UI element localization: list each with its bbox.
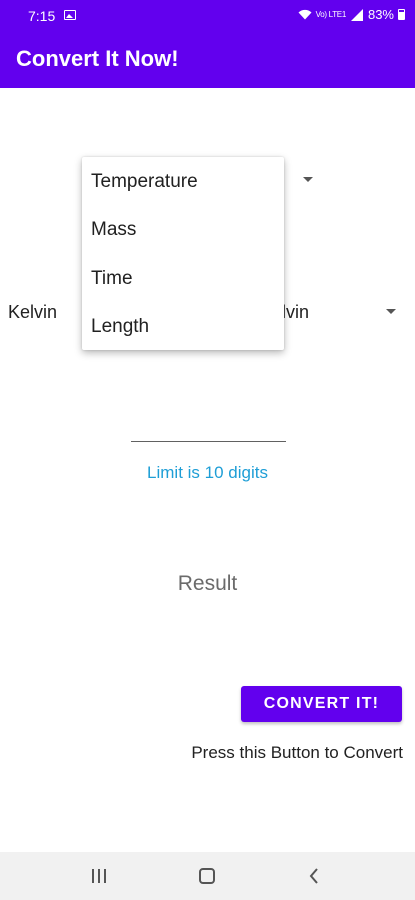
image-icon xyxy=(64,10,76,20)
signal-icon xyxy=(350,8,363,21)
wifi-icon xyxy=(298,9,312,20)
status-time: 7:15 xyxy=(28,8,56,24)
value-input[interactable] xyxy=(131,441,286,442)
dropdown-item-time[interactable]: Time xyxy=(91,268,133,290)
dropdown-item-mass[interactable]: Mass xyxy=(91,219,136,241)
app-bar: Convert It Now! xyxy=(0,32,415,88)
status-bar: 7:15 Vo) LTE1 83% xyxy=(0,0,415,32)
app-title: Convert It Now! xyxy=(16,46,179,71)
back-icon[interactable] xyxy=(308,867,320,885)
dropdown-item-length[interactable]: Length xyxy=(91,316,149,338)
battery-icon xyxy=(398,9,405,20)
to-unit-arrow-icon xyxy=(386,309,396,314)
home-icon[interactable] xyxy=(199,868,215,884)
from-unit-value: Kelvin xyxy=(8,302,58,322)
category-spinner-arrow-icon[interactable] xyxy=(303,177,313,182)
recents-icon[interactable] xyxy=(91,868,107,884)
result-text: Result xyxy=(177,572,238,595)
navigation-bar xyxy=(0,852,415,900)
input-hint: Limit is 10 digits xyxy=(147,463,268,482)
battery-percent: 83% xyxy=(367,7,394,22)
convert-caption: Press this Button to Convert xyxy=(191,743,403,762)
status-indicators: Vo) LTE1 83% xyxy=(298,7,405,22)
category-dropdown-menu: Temperature Mass Time Length xyxy=(82,157,284,350)
signal-label: Vo) LTE1 xyxy=(315,9,347,19)
to-unit-value: lvin xyxy=(282,302,310,322)
dropdown-item-temperature[interactable]: Temperature xyxy=(91,171,198,193)
convert-button[interactable]: CONVERT IT! xyxy=(241,686,402,722)
